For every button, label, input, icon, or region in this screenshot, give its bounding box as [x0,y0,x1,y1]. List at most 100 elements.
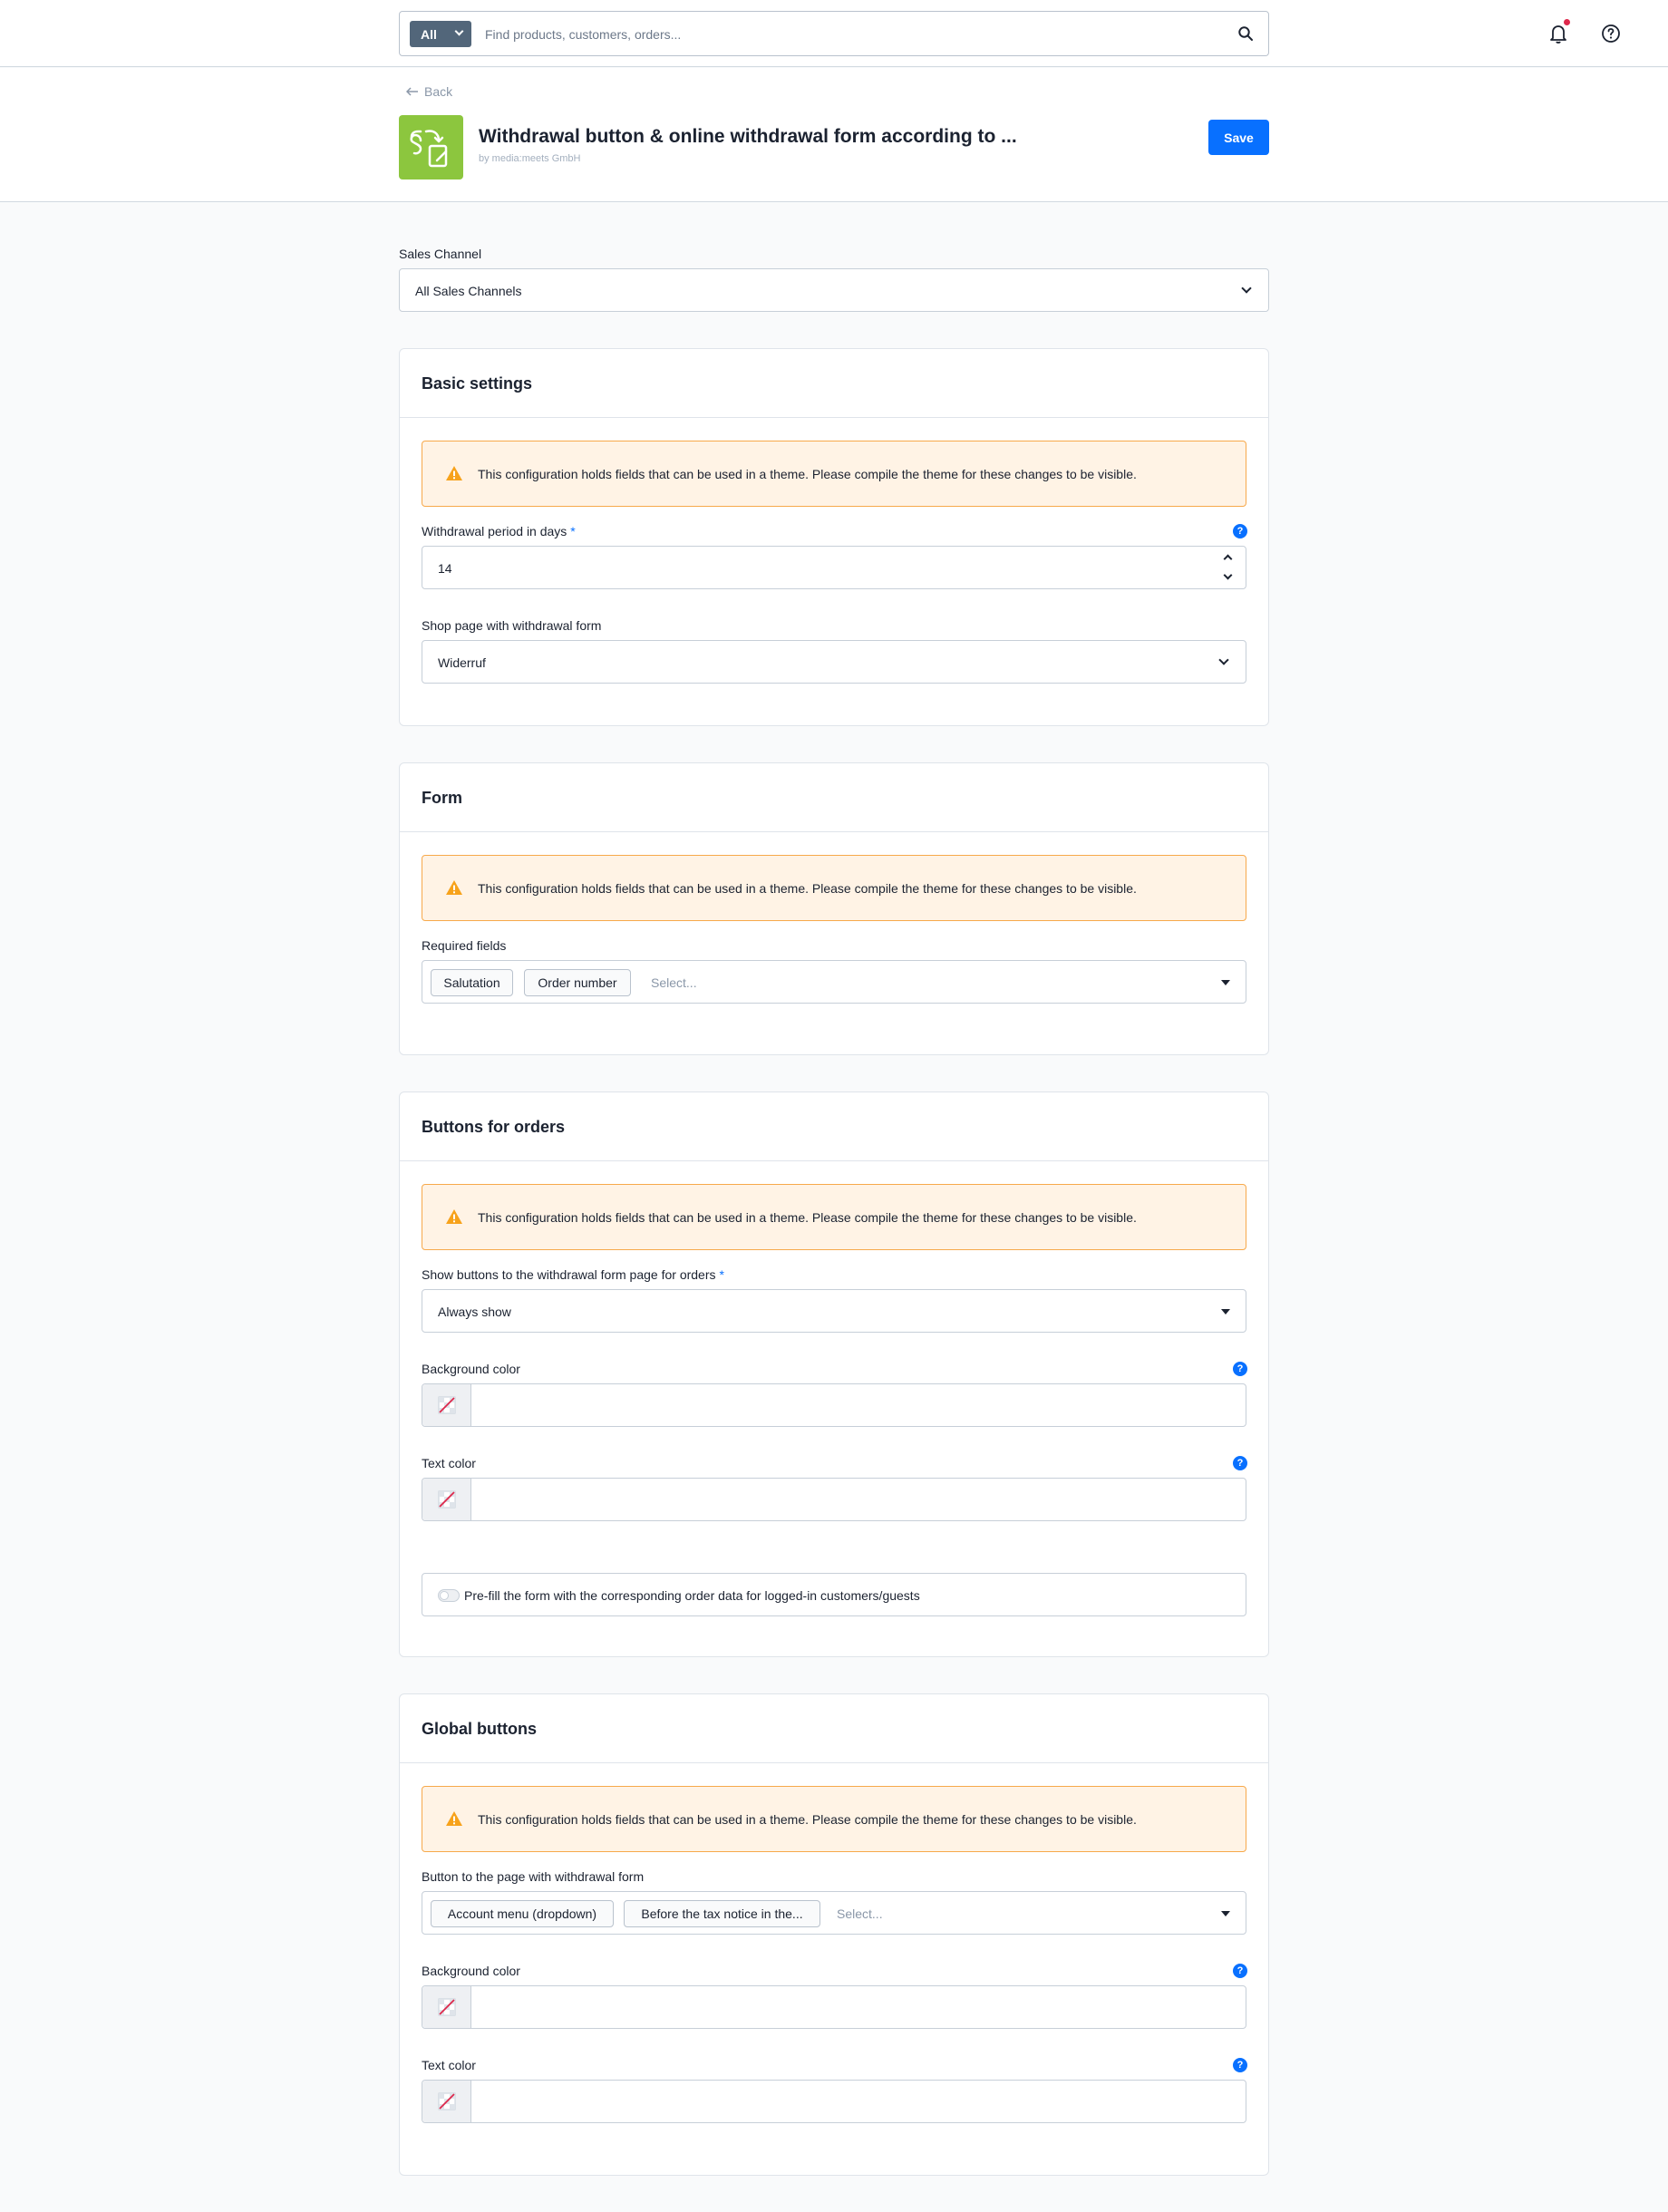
orders-background-color-picker[interactable] [422,1383,1246,1427]
help-icon[interactable]: ? [1233,1362,1247,1376]
orders-background-color-label: Background color [422,1362,520,1376]
back-label: Back [424,84,453,99]
top-bar: All [0,0,1668,67]
sales-channel-label: Sales Channel [399,247,482,261]
theme-warning: This configuration holds fields that can… [422,1184,1246,1250]
button-to-page-label: Button to the page with withdrawal form [422,1869,645,1884]
app-title: Withdrawal button & online withdrawal fo… [479,126,1017,147]
caret-down-icon [1221,980,1230,985]
sales-channel-value: All Sales Channels [415,284,522,298]
warning-text: This configuration holds fields that can… [478,1210,1137,1225]
color-swatch[interactable] [422,1384,471,1426]
multiselect-placeholder: Select... [651,975,697,990]
theme-warning: This configuration holds fields that can… [422,1786,1246,1852]
toggle-knob [440,1591,449,1600]
warning-icon [446,1811,462,1826]
warning-icon [446,1209,462,1224]
required-fields-multiselect[interactable]: Salutation Order number Select... [422,960,1246,1004]
required-marker: * [570,524,576,538]
no-color-icon [438,1396,456,1414]
caret-down-icon [1221,1911,1230,1916]
prefill-label: Pre-fill the form with the corresponding… [464,1588,920,1603]
show-buttons-value: Always show [438,1305,511,1319]
help-icon[interactable]: ? [1233,524,1247,538]
card-title: Form [422,789,462,807]
no-color-icon [438,1490,456,1509]
shop-page-label: Shop page with withdrawal form [422,618,602,633]
chevron-down-icon [1218,655,1229,665]
show-buttons-label: Show buttons to the withdrawal form page… [422,1267,724,1282]
divider [400,831,1268,832]
form-card: Form This configuration holds fields tha… [399,762,1269,1055]
chevron-down-icon [454,26,464,36]
theme-warning: This configuration holds fields that can… [422,441,1246,507]
withdrawal-period-input[interactable]: 14 [422,546,1246,589]
page-header: Back Withdrawal button & online withdraw… [0,68,1668,202]
withdrawal-period-label-text: Withdrawal period in days [422,524,567,538]
color-swatch[interactable] [422,1479,471,1520]
basic-settings-card: Basic settings This configuration holds … [399,348,1269,726]
color-swatch[interactable] [422,2081,471,2122]
show-buttons-select[interactable]: Always show [422,1289,1246,1333]
warning-icon [446,466,462,480]
global-buttons-card: Global buttons This configuration holds … [399,1693,1269,2176]
divider [400,417,1268,418]
chip-order-number[interactable]: Order number [524,969,631,996]
button-to-page-multiselect[interactable]: Account menu (dropdown) Before the tax n… [422,1891,1246,1935]
color-swatch[interactable] [422,1986,471,2028]
warning-text: This configuration holds fields that can… [478,467,1137,481]
help-icon[interactable]: ? [1233,1456,1247,1470]
global-search: All [399,11,1269,56]
search-type-label: All [421,26,437,42]
card-title: Buttons for orders [422,1118,566,1136]
divider [400,1762,1268,1763]
search-input[interactable] [485,21,1192,48]
chevron-down-icon [1241,283,1252,294]
back-link[interactable]: Back [406,84,452,99]
card-title: Global buttons [422,1720,537,1738]
withdrawal-app-icon [410,130,448,168]
search-icon[interactable] [1237,25,1254,42]
withdrawal-period-label: Withdrawal period in days * [422,524,576,538]
chip-account-menu[interactable]: Account menu (dropdown) [431,1900,614,1927]
required-marker: * [719,1267,724,1282]
required-fields-label: Required fields [422,938,507,953]
global-background-color-picker[interactable] [422,1985,1246,2029]
sales-channel-select[interactable]: All Sales Channels [399,268,1269,312]
no-color-icon [438,1998,456,2016]
card-title: Basic settings [422,374,533,393]
save-button[interactable]: Save [1208,120,1269,155]
notification-dot [1563,18,1571,26]
show-buttons-label-text: Show buttons to the withdrawal form page… [422,1267,716,1282]
withdrawal-period-value: 14 [438,561,452,576]
app-logo [399,115,463,179]
orders-text-color-label: Text color [422,1456,476,1470]
chip-salutation[interactable]: Salutation [431,969,513,996]
orders-text-color-picker[interactable] [422,1478,1246,1521]
prefill-toggle-row: Pre-fill the form with the corresponding… [422,1573,1246,1616]
divider [400,1160,1268,1161]
search-type-select[interactable]: All [410,21,471,47]
global-text-color-picker[interactable] [422,2080,1246,2123]
global-text-color-label: Text color [422,2058,476,2072]
multiselect-placeholder: Select... [837,1906,883,1921]
caret-down-icon [1221,1309,1230,1315]
arrow-left-icon [406,87,418,96]
help-icon[interactable] [1599,22,1623,45]
shop-page-value: Widerruf [438,655,486,670]
prefill-toggle[interactable] [438,1589,460,1602]
theme-warning: This configuration holds fields that can… [422,855,1246,921]
app-vendor: by media:meets GmbH [479,153,581,164]
chevron-down-icon[interactable] [1223,570,1233,580]
warning-icon [446,880,462,895]
chip-tax-notice[interactable]: Before the tax notice in the... [624,1900,820,1927]
warning-text: This configuration holds fields that can… [478,1812,1137,1827]
shop-page-select[interactable]: Widerruf [422,640,1246,684]
warning-text: This configuration holds fields that can… [478,881,1137,896]
buttons-for-orders-card: Buttons for orders This configuration ho… [399,1091,1269,1657]
help-icon[interactable]: ? [1233,2058,1247,2072]
no-color-icon [438,2092,456,2110]
global-background-color-label: Background color [422,1964,520,1978]
help-icon[interactable]: ? [1233,1964,1247,1978]
chevron-up-icon[interactable] [1223,554,1233,564]
